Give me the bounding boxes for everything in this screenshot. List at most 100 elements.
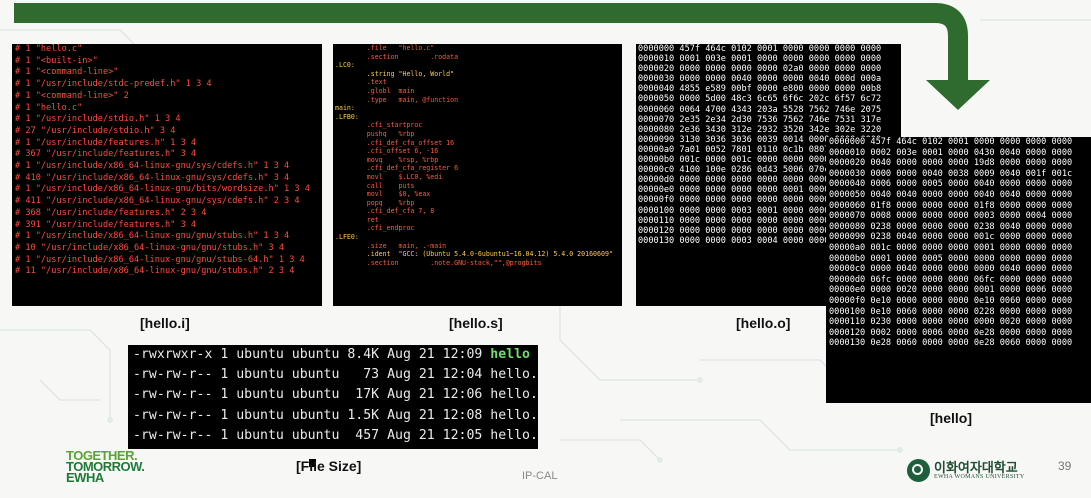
hello-hex-line: 0000130 0e28 0060 0000 0000 0e28 0060 00…: [829, 338, 1073, 349]
hello-s-line: popq %rbp: [335, 198, 415, 207]
hello-i-line: # 1 "hello.c": [15, 44, 83, 54]
hello-o-caption: [hello.o]: [736, 315, 791, 331]
hello-s-line: .cfi_def_cfa_offset 16: [335, 138, 455, 147]
hello-s-line: .section .note.GNU-stack,"",@progbits: [335, 258, 542, 267]
hello-s-line: movl $0, %eax: [335, 190, 431, 199]
hello-i-line: # 411 "/usr/include/x86_64-linux-gnu/sys…: [15, 196, 300, 207]
hello-o-hex-line: 0000040 4855 e589 00bf 0000 e800 0000 00…: [638, 84, 882, 95]
hello-o-hex-line: 0000050 0000 5d00 48c3 6c65 6f6c 202c 6f…: [638, 94, 882, 105]
hello-i-line: # 1 "<built-in>": [15, 55, 98, 66]
hello-caption: [hello]: [930, 410, 972, 426]
hello-hex-line: 0000020 0040 0000 0000 0000 19d8 0000 00…: [829, 158, 1073, 169]
file-listing-meta: -rwxrwxr-x 1 ubuntu ubuntu 8.4K Aug 21 1…: [133, 347, 491, 362]
university-seal-icon: [907, 459, 930, 482]
hello-s-line: .LC0:: [335, 61, 355, 70]
hello-i-line: # 11 "/usr/include/x86_64-linux-gnu/gnu/…: [15, 266, 295, 277]
hello-hex-line: 0000060 01f8 0000 0000 0000 01f8 0000 00…: [829, 200, 1073, 211]
file-listing-name: hello.o: [490, 407, 538, 423]
hello-s-line: .cfi_def_cfa_register 6: [335, 164, 459, 173]
hello-hex-line: 0000000 457f 464c 0102 0001 0000 0000 00…: [829, 137, 1073, 147]
file-listing-row: -rw-rw-r-- 1 ubuntu ubuntu 73 Aug 21 12:…: [128, 365, 538, 385]
together-tomorrow-ewha-logo: TOGETHER. TOMORROW. EWHA: [66, 448, 156, 488]
hello-s-line: movq %rsp, %rbp: [335, 155, 439, 164]
hello-i-terminal: # 1 "hello.c" # 1 "<built-in>" # 1 "<comma…: [12, 44, 322, 306]
hello-i-line: # 1 "/usr/include/stdio.h" 1 3 4: [15, 114, 181, 125]
hello-s-line: .cfi_offset 6, -16: [335, 147, 439, 156]
hello-hex-line: 0000030 0000 0000 0040 0038 0009 0040 00…: [829, 168, 1073, 179]
hello-o-hex-line: 0000020 0000 0000 0000 0000 02a0 0000 00…: [638, 64, 882, 75]
hello-s-line: .section .rodata: [335, 52, 459, 61]
hello-i-caption: [hello.i]: [140, 315, 190, 331]
hello-hex-line: 00000d0 06fc 0000 0000 0000 06fc 0000 00…: [829, 274, 1073, 285]
hello-s-line: .file "hello.c": [335, 44, 435, 52]
hello-i-line: # 1 "/usr/include/stdc-predef.h" 1 3 4: [15, 79, 212, 90]
file-listing-name: hello.c: [490, 367, 538, 383]
hello-o-hex-line: 0000070 2e35 2e34 2d30 7536 7562 746e 75…: [638, 114, 882, 125]
hello-hex-line: 00000f0 0e10 0000 0000 0000 0e10 0060 00…: [829, 295, 1073, 306]
hello-hex-line: 0000050 0040 0040 0000 0000 0040 0040 00…: [829, 189, 1073, 200]
hello-i-line: # 1 "/usr/include/x86_64-linux-gnu/bits/…: [15, 184, 310, 195]
hello-i-line: # 410 "/usr/include/x86_64-linux-gnu/sys…: [15, 172, 290, 183]
hello-hex-line: 0000040 0006 0000 0005 0000 0040 0000 00…: [829, 179, 1073, 190]
flow-arrow-head: [926, 80, 990, 110]
hello-hex-line: 0000080 0238 0000 0000 0000 0238 0040 00…: [829, 221, 1073, 232]
file-size-caption: [File Size]: [296, 458, 362, 474]
file-listing-row: -rwxrwxr-x 1 ubuntu ubuntu 8.4K Aug 21 1…: [128, 345, 538, 365]
hello-hex-line: 0000070 0008 0000 0000 0000 0003 0000 00…: [829, 211, 1073, 222]
file-listing-meta: -rw-rw-r-- 1 ubuntu ubuntu 457 Aug 21 12…: [133, 427, 491, 443]
hello-i-line: # 368 "/usr/include/features.h" 2 3 4: [15, 207, 207, 218]
file-listing-row: -rw-rw-r-- 1 ubuntu ubuntu 457 Aug 21 12…: [128, 426, 538, 446]
hello-s-line: call puts: [335, 181, 415, 190]
hello-s-line: .text: [335, 78, 387, 87]
hello-i-line: # 1 "/usr/include/x86_64-linux-gnu/gnu/s…: [15, 231, 290, 242]
hello-s-line: .LFE0:: [335, 233, 359, 242]
hello-s-line: ret: [335, 215, 379, 224]
hello-o-hex-line: 0000010 0001 003e 0001 0000 0000 0000 00…: [638, 54, 882, 65]
file-listing-row: -rw-rw-r-- 1 ubuntu ubuntu 17K Aug 21 12…: [128, 385, 538, 405]
hello-hex-line: 00000a0 001c 0000 0000 0000 0001 0000 00…: [829, 242, 1073, 253]
hello-s-line: main:: [335, 104, 355, 113]
file-listing-row: -rw-rw-r-- 1 ubuntu ubuntu 1.5K Aug 21 1…: [128, 406, 538, 426]
hello-hex-line: 00000b0 0001 0000 0005 0000 0000 0000 00…: [829, 253, 1073, 264]
file-size-terminal: -rwxrwxr-x 1 ubuntu ubuntu 8.4K Aug 21 1…: [128, 345, 538, 449]
hello-s-terminal: .file "hello.c" .section .rodata .LC0: .s…: [333, 44, 622, 306]
hello-s-caption: [hello.s]: [449, 315, 503, 331]
hello-i-line: # 27 "/usr/include/stdio.h" 3 4: [15, 125, 176, 136]
hello-s-line: .ident "GCC: (Ubuntu 5.4.0-6ubuntu1~16.0…: [335, 250, 613, 259]
hello-i-line: # 1 "/usr/include/x86_64-linux-gnu/sys/c…: [15, 161, 290, 172]
file-listing-name: hello.s: [490, 427, 538, 443]
hello-hex-line: 0000100 0e10 0060 0000 0000 0228 0000 00…: [829, 306, 1073, 317]
hello-hex-line: 0000120 0002 0000 0006 0000 0e28 0000 00…: [829, 327, 1073, 338]
hello-i-line: # 10 "/usr/include/x86_64-linux-gnu/gnu/…: [15, 242, 285, 253]
hello-s-line: .size main, .-main: [335, 241, 447, 250]
hello-s-line: .cfi_endproc: [335, 224, 415, 233]
hello-o-hex-line: 0000030 0000 0000 0040 0000 0000 0040 00…: [638, 74, 882, 85]
file-listing-meta: -rw-rw-r-- 1 ubuntu ubuntu 73 Aug 21 12:…: [133, 367, 491, 383]
ewha-university-logo: 이화여자대학교 EWHA WOMANS UNIVERSITY: [907, 457, 1037, 485]
hello-s-line: .globl main: [335, 86, 415, 95]
hello-s-line: .cfi_startproc: [335, 121, 423, 130]
hello-i-line: # 367 "/usr/include/features.h" 3 4: [15, 149, 197, 160]
file-listing-meta: -rw-rw-r-- 1 ubuntu ubuntu 1.5K Aug 21 1…: [133, 407, 491, 423]
hello-hex-line: 00000c0 0000 0040 0000 0000 0000 0040 00…: [829, 264, 1073, 275]
hello-hex-line: 0000010 0002 003e 0001 0000 0430 0040 00…: [829, 147, 1073, 158]
logo-line-ewha: EWHA: [66, 470, 104, 485]
hello-hex-line: 0000090 0238 0040 0000 0000 001c 0000 00…: [829, 232, 1073, 243]
hello-s-line: movl $.LC0, %edi: [335, 172, 443, 181]
footer-lab-name: IP-CAL: [522, 470, 558, 482]
hello-i-line: # 1 "<command-line>": [15, 67, 119, 78]
file-listing-meta: -rw-rw-r-- 1 ubuntu ubuntu 17K Aug 21 12…: [133, 387, 491, 403]
hello-s-line: .LFB0:: [335, 112, 359, 121]
hello-s-line: .cfi_def_cfa 7, 8: [335, 207, 435, 216]
university-name-english: EWHA WOMANS UNIVERSITY: [934, 474, 1025, 480]
hello-i-line: # 1 "<command-line>" 2: [15, 90, 129, 101]
hello-i-line: # 1 "/usr/include/x86_64-linux-gnu/gnu/s…: [15, 254, 305, 265]
hello-o-hex-line: 0000080 2e36 3430 312e 2932 3520 342e 30…: [638, 124, 882, 135]
file-listing-name: hello: [490, 347, 530, 362]
hello-hexdump: 0000000 457f 464c 0102 0001 0000 0000 00…: [826, 137, 1091, 403]
hello-hex-line: 00000e0 0000 0020 0000 0000 0001 0000 00…: [829, 285, 1073, 296]
hello-s-line: .string "Hello, World": [335, 69, 455, 78]
hello-o-hex-line: 0000000 457f 464c 0102 0001 0000 0000 00…: [638, 44, 882, 54]
hello-s-line: pushq %rbp: [335, 129, 415, 138]
page-number: 39: [1058, 459, 1072, 473]
